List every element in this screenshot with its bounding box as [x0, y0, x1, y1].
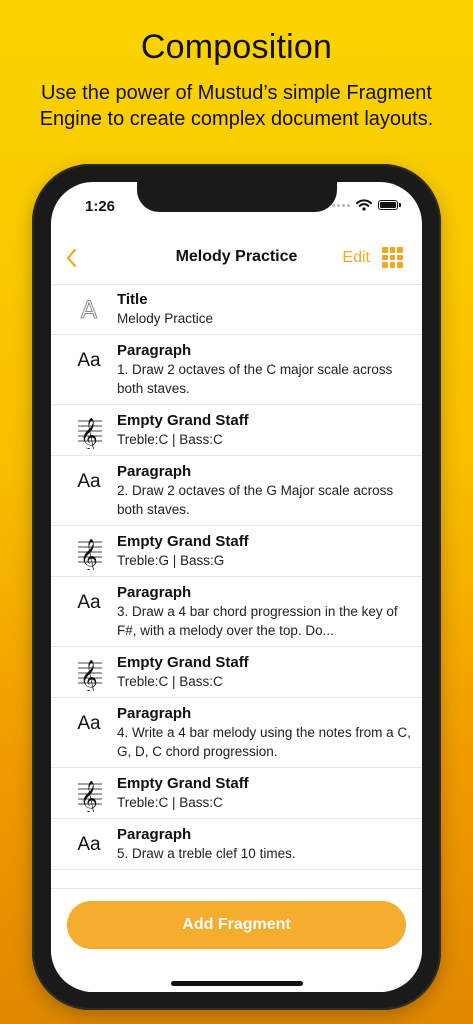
fragment-detail: 2. Draw 2 octaves of the G Major scale a… — [117, 483, 394, 517]
signal-dots-icon — [332, 203, 350, 207]
svg-text:𝄞: 𝄞 — [80, 660, 98, 691]
fragment-type: Empty Grand Staff — [117, 412, 249, 429]
aa-text-icon: Aa — [77, 471, 101, 492]
fragment-detail: 4. Write a 4 bar melody using the notes … — [117, 725, 411, 759]
add-fragment-button[interactable]: Add Fragment — [67, 901, 406, 949]
wifi-icon — [356, 199, 372, 211]
aa-text-icon: Aa — [77, 713, 101, 734]
fragment-type: Paragraph — [117, 463, 192, 480]
fragment-type: Empty Grand Staff — [117, 654, 249, 671]
fragment-detail: 1. Draw 2 octaves of the C major scale a… — [117, 362, 393, 396]
svg-text:𝄞: 𝄞 — [80, 781, 98, 812]
edit-button[interactable]: Edit — [342, 249, 370, 267]
title-a-icon: A — [80, 296, 98, 325]
app-screen: 1:26 Melody Practice Edit A Title Melody… — [51, 182, 422, 992]
fragment-row[interactable]: 𝄞 Empty Grand Staff Treble:C | Bass:C — [51, 647, 422, 698]
fragment-type: Empty Grand Staff — [117, 533, 249, 550]
fragment-row[interactable]: Aa Paragraph 5. Draw a treble clef 10 time… — [51, 819, 422, 870]
fragment-type: Paragraph — [117, 584, 192, 601]
fragment-row[interactable]: 𝄞 Empty Grand Staff Treble:C | Bass:C — [51, 768, 422, 819]
fragment-type: Paragraph — [117, 826, 192, 843]
fragment-list: A Title Melody Practice Aa Paragraph 1. Draw … — [51, 284, 422, 870]
fragment-row[interactable]: Aa Paragraph 3. Draw a 4 bar chord progres… — [51, 577, 422, 647]
grid-icon — [382, 247, 388, 253]
back-button[interactable] — [61, 244, 85, 272]
grand-staff-icon: 𝄞 — [69, 413, 109, 449]
grand-staff-icon: 𝄞 — [69, 534, 109, 570]
fragment-detail: 5. Draw a treble clef 10 times. — [117, 846, 296, 861]
aa-text-icon: Aa — [77, 350, 101, 371]
fragment-detail: Treble:C | Bass:C — [117, 432, 223, 447]
fragment-type: Empty Grand Staff — [117, 775, 249, 792]
status-time: 1:26 — [85, 198, 116, 215]
grid-view-button[interactable] — [382, 247, 403, 268]
notch — [137, 182, 337, 212]
fragment-row[interactable]: 𝄞 Empty Grand Staff Treble:C | Bass:C — [51, 405, 422, 456]
grand-staff-icon: 𝄞 — [69, 776, 109, 812]
fragment-type: Paragraph — [117, 342, 192, 359]
fragment-detail: Treble:G | Bass:G — [117, 553, 225, 568]
grand-staff-icon: 𝄞 — [69, 655, 109, 691]
phone-frame: 1:26 Melody Practice Edit A Title Melody… — [32, 164, 441, 1010]
fragment-type: Title — [117, 291, 148, 308]
fragment-row[interactable]: A Title Melody Practice — [51, 284, 422, 335]
fragment-detail: Treble:C | Bass:C — [117, 674, 223, 689]
battery-icon — [378, 200, 401, 210]
fragment-row[interactable]: Aa Paragraph 1. Draw 2 octaves of the C ma… — [51, 335, 422, 405]
promo-title: Composition — [140, 28, 333, 66]
fragment-detail: Treble:C | Bass:C — [117, 795, 223, 810]
fragment-type: Paragraph — [117, 705, 192, 722]
status-icons — [332, 199, 401, 211]
footer-bar: Add Fragment — [51, 888, 422, 992]
nav-bar: Melody Practice Edit — [51, 232, 422, 285]
aa-text-icon: Aa — [77, 592, 101, 613]
promo-subtitle: Use the power of Mustud’s simple Fragmen… — [39, 82, 434, 130]
svg-text:𝄞: 𝄞 — [80, 418, 98, 449]
svg-text:𝄞: 𝄞 — [80, 539, 98, 570]
fragment-row[interactable]: Aa Paragraph 4. Write a 4 bar melody using… — [51, 698, 422, 768]
home-indicator[interactable] — [171, 981, 303, 986]
fragment-row[interactable]: Aa Paragraph 2. Draw 2 octaves of the G Ma… — [51, 456, 422, 526]
fragment-detail: Melody Practice — [117, 311, 214, 326]
fragment-detail: 3. Draw a 4 bar chord progression in the… — [117, 604, 398, 638]
fragment-row[interactable]: 𝄞 Empty Grand Staff Treble:G | Bass:G — [51, 526, 422, 577]
aa-text-icon: Aa — [77, 834, 101, 855]
chevron-left-icon — [66, 248, 77, 268]
